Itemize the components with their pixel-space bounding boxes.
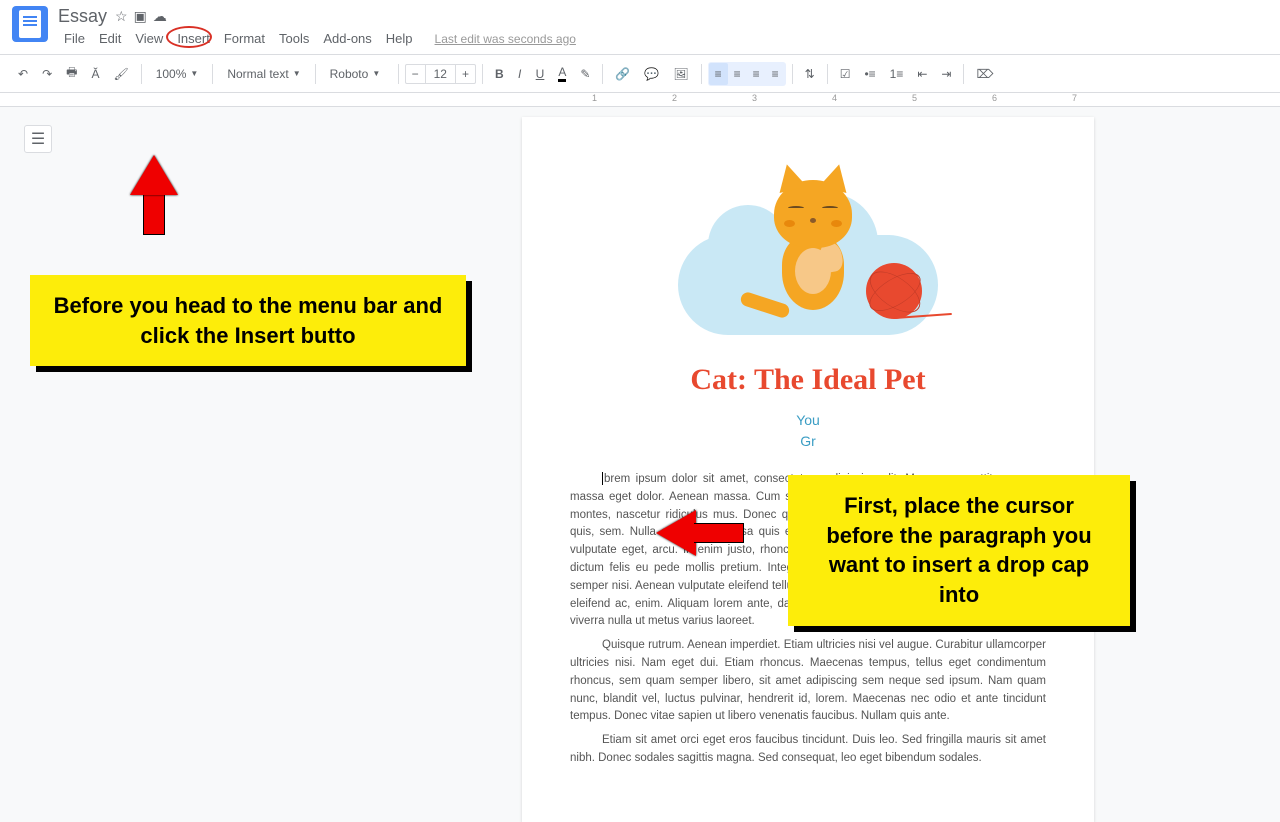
ruler-tick: 1: [592, 93, 597, 103]
bold-button[interactable]: B: [489, 63, 510, 85]
document-title[interactable]: Essay: [58, 6, 107, 27]
menu-insert[interactable]: Insert: [171, 29, 216, 48]
indent-increase-button[interactable]: ⇥: [935, 63, 957, 85]
horizontal-ruler[interactable]: 1 2 3 4 5 6 7: [0, 93, 1280, 107]
spellcheck-button[interactable]: Ă: [85, 63, 105, 85]
menu-tools[interactable]: Tools: [273, 29, 315, 48]
ruler-tick: 2: [672, 93, 677, 103]
highlight-button[interactable]: ✎: [574, 63, 596, 85]
toolbar: ↶ ↷ 🖶 Ă 🖌 100%▼ Normal text▼ Roboto▼ − 1…: [0, 54, 1280, 93]
number-list-button[interactable]: 1≡: [884, 63, 910, 85]
cat-illustration: [668, 165, 948, 345]
ruler-tick: 5: [912, 93, 917, 103]
last-edit-link[interactable]: Last edit was seconds ago: [435, 32, 576, 46]
checklist-button[interactable]: ☑: [834, 63, 857, 85]
fontsize-value[interactable]: 12: [425, 65, 456, 83]
image-button[interactable]: 🖼: [667, 63, 694, 85]
menu-file[interactable]: File: [58, 29, 91, 48]
zoom-select[interactable]: 100%▼: [148, 63, 207, 85]
align-justify-button[interactable]: ≡: [766, 63, 785, 85]
move-icon[interactable]: ▣: [134, 8, 147, 25]
font-size-control: − 12 +: [405, 64, 476, 84]
ruler-tick: 6: [992, 93, 997, 103]
font-select[interactable]: Roboto▼: [322, 63, 392, 85]
document-page[interactable]: Cat: The Ideal Pet YouGr brem ipsum dolo…: [522, 117, 1094, 822]
ruler-tick: 4: [832, 93, 837, 103]
undo-button[interactable]: ↶: [12, 63, 34, 85]
paragraph-2: Quisque rutrum. Aenean imperdiet. Etiam …: [570, 637, 1046, 726]
italic-button[interactable]: I: [512, 63, 528, 85]
redo-button[interactable]: ↷: [36, 63, 58, 85]
align-center-button[interactable]: ≡: [728, 63, 747, 85]
workspace: ☰ Cat: The Ideal Pet YouGr br: [0, 107, 1280, 737]
clear-format-button[interactable]: ⌦: [970, 63, 999, 85]
document-heading: Cat: The Ideal Pet: [570, 357, 1046, 404]
annotation-arrow-up: [130, 155, 178, 235]
annotation-callout-2: First, place the cursor before the parag…: [788, 475, 1130, 626]
align-right-button[interactable]: ≡: [747, 63, 766, 85]
indent-decrease-button[interactable]: ⇤: [911, 63, 933, 85]
bullet-list-button[interactable]: •≡: [858, 63, 881, 85]
star-icon[interactable]: ☆: [115, 8, 128, 25]
app-header: Essay ☆ ▣ ☁ File Edit View Insert Format…: [0, 0, 1280, 54]
menu-view[interactable]: View: [129, 29, 169, 48]
paragraph-3: Etiam sit amet orci eget eros faucibus t…: [570, 732, 1046, 768]
link-button[interactable]: 🔗: [609, 63, 636, 85]
underline-button[interactable]: U: [530, 63, 551, 85]
comment-button[interactable]: 💬: [638, 63, 665, 85]
style-select[interactable]: Normal text▼: [219, 63, 308, 85]
menu-bar: File Edit View Insert Format Tools Add-o…: [58, 29, 1268, 48]
text-cursor: [602, 472, 603, 485]
line-spacing-button[interactable]: ⇅: [799, 63, 821, 85]
menu-format[interactable]: Format: [218, 29, 271, 48]
text-color-button[interactable]: A: [552, 61, 572, 86]
fontsize-decrease[interactable]: −: [406, 65, 425, 83]
menu-addons[interactable]: Add-ons: [317, 29, 377, 48]
document-subheading: YouGr: [570, 410, 1046, 453]
docs-logo[interactable]: [12, 6, 48, 42]
ruler-tick: 3: [752, 93, 757, 103]
outline-toggle-button[interactable]: ☰: [24, 125, 52, 153]
menu-help[interactable]: Help: [380, 29, 419, 48]
annotation-arrow-left: [656, 510, 746, 556]
fontsize-increase[interactable]: +: [456, 65, 475, 83]
annotation-callout-1: Before you head to the menu bar and clic…: [30, 275, 466, 366]
align-left-button[interactable]: ≡: [709, 63, 728, 85]
menu-edit[interactable]: Edit: [93, 29, 127, 48]
paint-format-button[interactable]: 🖌: [107, 63, 134, 85]
ruler-tick: 7: [1072, 93, 1077, 103]
print-button[interactable]: 🖶: [60, 59, 83, 88]
cloud-icon[interactable]: ☁: [153, 8, 167, 25]
